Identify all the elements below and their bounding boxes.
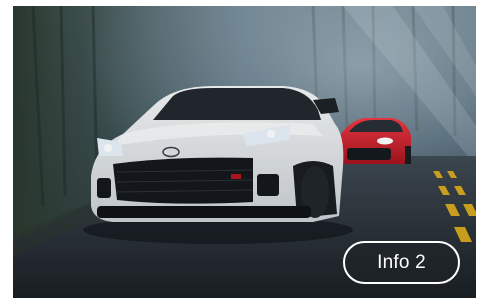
- info-button[interactable]: Info 2: [343, 241, 460, 284]
- page: Info 2: [0, 0, 485, 298]
